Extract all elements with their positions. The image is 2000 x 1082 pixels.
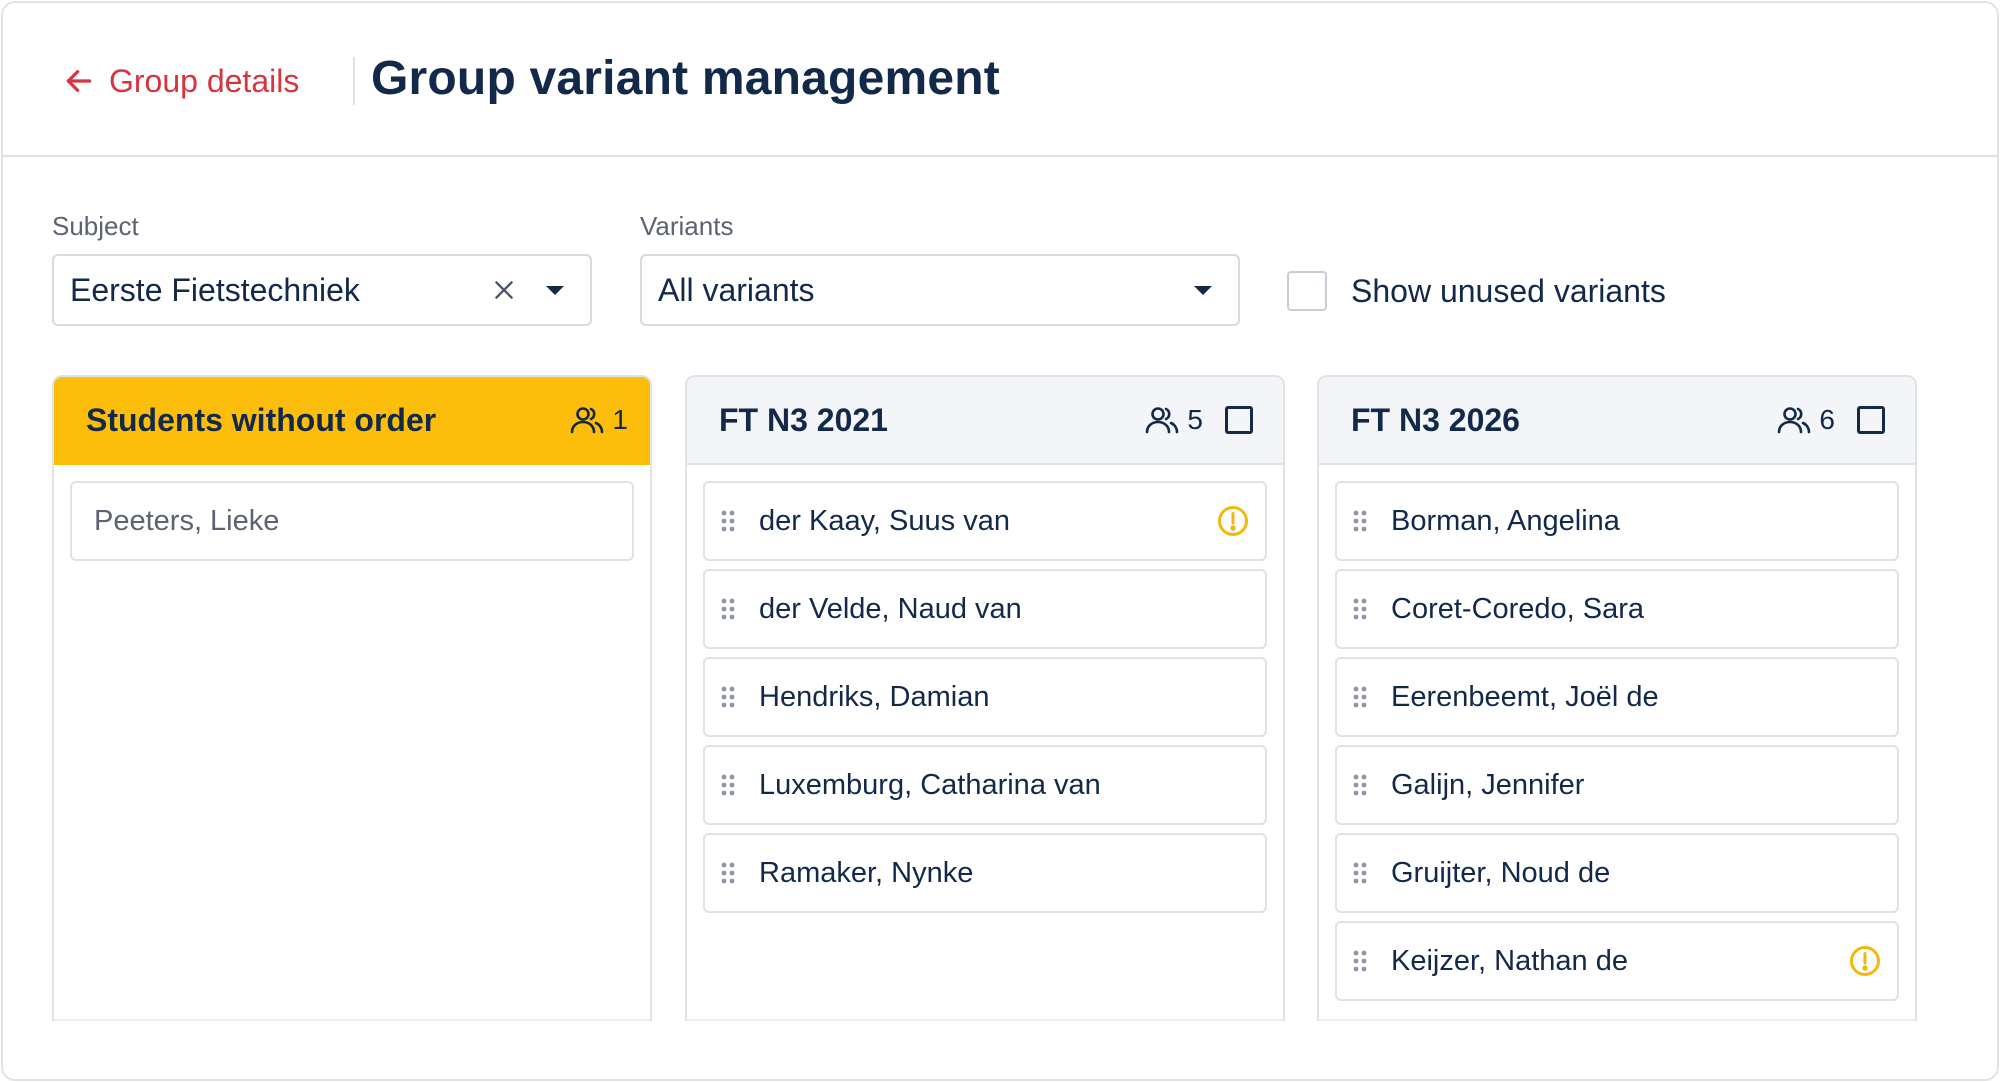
student-card[interactable]: Eerenbeemt, Joël de [1335,657,1899,737]
caret-down-icon[interactable] [1194,285,1212,295]
drag-handle-icon[interactable] [1353,774,1367,796]
variants-label: Variants [640,211,734,241]
drag-handle-icon[interactable] [721,510,735,532]
student-card[interactable]: Luxemburg, Catharina van [703,745,1267,825]
subject-select[interactable]: Eerste Fietstechniek [52,254,592,326]
alert-circle-icon[interactable] [1217,505,1249,537]
select-column-checkbox[interactable] [1225,406,1253,434]
student-name: Ramaker, Nynke [759,856,974,889]
student-name: Borman, Angelina [1391,504,1620,537]
column-header: FT N3 2026 6 [1319,377,1915,465]
student-count: 1 [570,404,628,436]
close-icon[interactable] [488,274,520,306]
users-icon [1145,405,1179,435]
drag-handle-icon[interactable] [721,862,735,884]
column-ft-n3-2026: FT N3 2026 6 Borman, Angelina Coret-Core [1317,375,1917,1021]
student-card[interactable]: Peeters, Lieke [70,481,634,561]
variants-select-value: All variants [658,271,815,308]
page-header: Group details Group variant management [3,3,1997,157]
student-name: Eerenbeemt, Joël de [1391,680,1659,713]
student-list: der Kaay, Suus van der Velde, Naud van H… [703,481,1267,921]
student-card[interactable]: Ramaker, Nynke [703,833,1267,913]
drag-handle-icon[interactable] [721,598,735,620]
student-name: Gruijter, Noud de [1391,856,1611,889]
column-header: Students without order 1 [54,377,650,465]
drag-handle-icon[interactable] [721,774,735,796]
back-to-group-details-link[interactable]: Group details [63,59,299,103]
student-card[interactable]: Coret-Coredo, Sara [1335,569,1899,649]
student-count-value: 5 [1187,404,1203,435]
back-link-label: Group details [109,62,300,99]
show-unused-variants-checkbox[interactable] [1287,271,1327,311]
page-title: Group variant management [371,52,1000,105]
drag-handle-icon[interactable] [1353,862,1367,884]
student-count: 5 [1145,404,1203,436]
subject-select-value: Eerste Fietstechniek [70,271,360,308]
student-name: Galijn, Jennifer [1391,768,1585,801]
student-name: Peeters, Lieke [94,504,280,537]
student-name: Coret-Coredo, Sara [1391,592,1645,625]
alert-circle-icon[interactable] [1849,945,1881,977]
student-name: Luxemburg, Catharina van [759,768,1101,801]
column-title: FT N3 2026 [1351,401,1520,438]
student-name: der Velde, Naud van [759,592,1022,625]
column-ft-n3-2021: FT N3 2021 5 der Kaay, Suus van der Veld… [685,375,1285,1021]
student-card[interactable]: Hendriks, Damian [703,657,1267,737]
header-divider [353,57,355,105]
column-header: FT N3 2021 5 [687,377,1283,465]
drag-handle-icon[interactable] [1353,950,1367,972]
student-name: Hendriks, Damian [759,680,990,713]
column-title: FT N3 2021 [719,401,888,438]
select-column-checkbox[interactable] [1857,406,1885,434]
student-name: Keijzer, Nathan de [1391,944,1628,977]
drag-handle-icon[interactable] [1353,510,1367,532]
column-students-without-order: Students without order 1 Peeters, Lieke [52,375,652,1021]
drag-handle-icon[interactable] [1353,598,1367,620]
app-frame: Group details Group variant management S… [1,1,1999,1081]
student-card[interactable]: der Kaay, Suus van [703,481,1267,561]
student-card[interactable]: Galijn, Jennifer [1335,745,1899,825]
subject-label: Subject [52,211,139,241]
users-icon [1777,405,1811,435]
student-count-value: 6 [1819,404,1835,435]
arrow-left-icon [63,65,95,97]
caret-down-icon[interactable] [546,285,564,295]
show-unused-variants-label: Show unused variants [1351,272,1666,309]
student-card[interactable]: der Velde, Naud van [703,569,1267,649]
drag-handle-icon[interactable] [721,686,735,708]
variants-select[interactable]: All variants [640,254,1240,326]
student-card[interactable]: Keijzer, Nathan de [1335,921,1899,1001]
student-list: Borman, Angelina Coret-Coredo, Sara Eere… [1335,481,1899,1009]
drag-handle-icon[interactable] [1353,686,1367,708]
column-title: Students without order [86,401,437,438]
student-list: Peeters, Lieke [70,481,634,569]
student-card[interactable]: Gruijter, Noud de [1335,833,1899,913]
student-name: der Kaay, Suus van [759,504,1010,537]
users-icon [570,405,604,435]
student-count: 6 [1777,404,1835,436]
student-count-value: 1 [612,404,628,435]
student-card[interactable]: Borman, Angelina [1335,481,1899,561]
show-unused-variants-toggle[interactable]: Show unused variants [1287,269,1666,313]
